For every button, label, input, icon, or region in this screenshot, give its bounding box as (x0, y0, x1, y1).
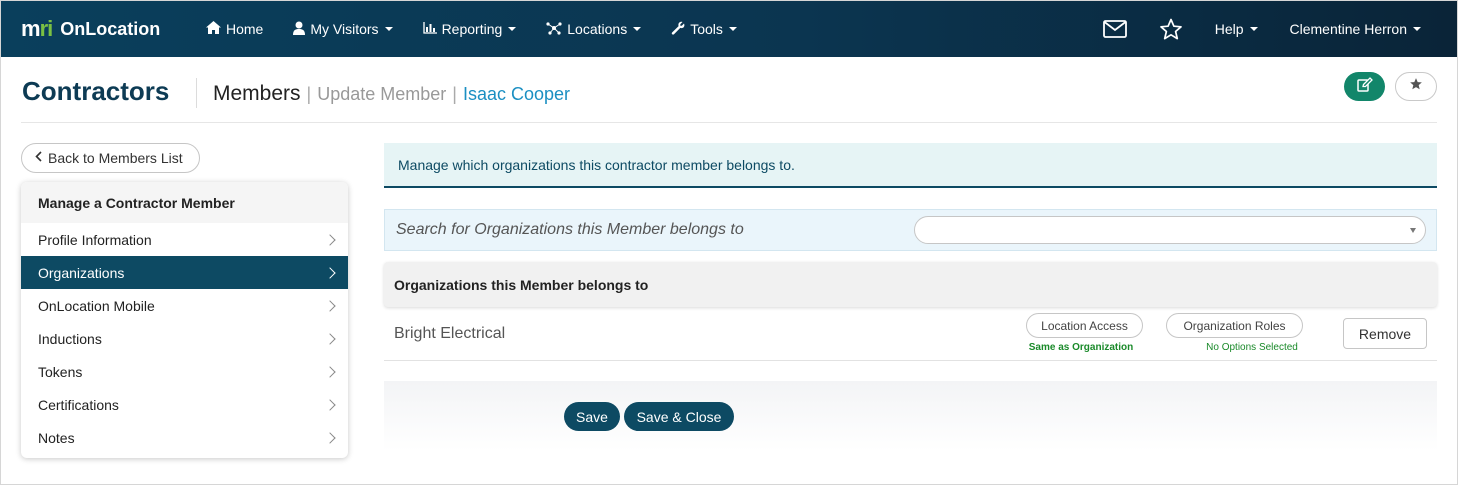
breadcrumb-section: Members (213, 82, 301, 105)
chevron-down-icon (508, 27, 517, 31)
location-access-button[interactable]: Location Access (1026, 313, 1143, 338)
chevron-down-icon (384, 27, 393, 31)
sidebar-item-profile-information[interactable]: Profile Information (21, 223, 348, 256)
chevron-right-icon (324, 431, 336, 444)
sidebar-item-label: Inductions (38, 330, 102, 347)
star-outline-icon[interactable] (1159, 17, 1183, 41)
sidebar-item-notes[interactable]: Notes (21, 421, 348, 454)
chevron-down-icon (1413, 27, 1421, 31)
sidebar-item-label: OnLocation Mobile (38, 297, 155, 314)
organization-roles-button[interactable]: Organization Roles (1166, 313, 1303, 338)
top-navbar: mri OnLocation Home My Visitors Reportin… (1, 1, 1457, 57)
chevron-left-icon (35, 151, 42, 165)
breadcrumb-separator: | (306, 84, 312, 104)
organization-row: Bright Electrical Location Access Same a… (384, 308, 1437, 361)
nav-locations[interactable]: Locations (546, 21, 642, 38)
user-menu[interactable]: Clementine Herron (1289, 21, 1421, 37)
star-icon (1409, 77, 1423, 96)
home-icon (206, 21, 221, 37)
nav-my-visitors[interactable]: My Visitors (293, 21, 393, 38)
dropdown-arrow-icon (1410, 228, 1416, 233)
sidebar-item-label: Certifications (38, 396, 119, 413)
sidebar-item-organizations[interactable]: Organizations (21, 256, 348, 289)
chevron-right-icon (324, 233, 336, 246)
favorite-button[interactable] (1395, 72, 1437, 101)
breadcrumb: Members | Update Member | Isaac Cooper (213, 82, 570, 106)
back-button-label: Back to Members List (48, 150, 183, 166)
chevron-right-icon (324, 332, 336, 345)
mri-logo: mri (21, 16, 54, 42)
save-and-close-button[interactable]: Save & Close (624, 402, 734, 431)
page-title: Contractors (22, 76, 170, 106)
nav-locations-label: Locations (567, 21, 628, 37)
organization-search-select[interactable] (914, 216, 1426, 244)
brand-logo[interactable]: mri OnLocation (21, 16, 206, 42)
breadcrumb-action: Update Member (317, 84, 447, 104)
navbar-right: Help Clementine Herron (1102, 1, 1457, 57)
nav-home-label: Home (226, 21, 264, 37)
nav-reporting-label: Reporting (441, 21, 503, 37)
chart-icon (422, 21, 437, 37)
organizations-panel-title: Organizations this Member belongs to (384, 262, 1437, 307)
form-action-bar: Save Save & Close (384, 381, 1437, 451)
network-icon (546, 21, 562, 38)
sidebar-item-tokens[interactable]: Tokens (21, 355, 348, 388)
member-menu-card: Manage a Contractor Member Profile Infor… (21, 182, 348, 458)
organization-roles-status: No Options Selected (1206, 342, 1298, 353)
nav-help-label: Help (1214, 21, 1244, 37)
user-name: Clementine Herron (1289, 21, 1408, 37)
edit-icon (1356, 76, 1373, 97)
sidebar-item-onlocation-mobile[interactable]: OnLocation Mobile (21, 289, 348, 322)
info-message: Manage which organizations this contract… (384, 143, 1437, 188)
sidebar-item-label: Tokens (38, 363, 83, 380)
location-access-status: Same as Organization (1028, 342, 1134, 353)
chevron-right-icon (324, 299, 336, 312)
brand-name: OnLocation (60, 18, 161, 39)
chevron-down-icon (633, 27, 642, 31)
nav-reporting[interactable]: Reporting (422, 21, 517, 37)
organization-name: Bright Electrical (394, 325, 506, 342)
sidebar-item-label: Notes (38, 429, 75, 446)
user-icon (293, 21, 306, 38)
chevron-right-icon (324, 266, 336, 279)
chevron-down-icon (728, 27, 737, 31)
title-divider (196, 78, 197, 108)
sidebar-item-certifications[interactable]: Certifications (21, 388, 348, 421)
chevron-down-icon (1249, 27, 1258, 31)
nav-help[interactable]: Help (1215, 21, 1258, 37)
sidebar-item-inductions[interactable]: Inductions (21, 322, 348, 355)
wrench-icon (671, 21, 685, 38)
nav-tools[interactable]: Tools (671, 21, 737, 38)
edit-button[interactable] (1344, 72, 1385, 101)
nav-tools-label: Tools (690, 21, 723, 37)
remove-organization-button[interactable]: Remove (1343, 318, 1427, 349)
chevron-right-icon (324, 398, 336, 411)
logo-text-left: m (21, 16, 41, 41)
member-menu-heading: Manage a Contractor Member (21, 182, 348, 223)
nav-my-visitors-label: My Visitors (310, 21, 379, 37)
organization-search-bar: Search for Organizations this Member bel… (384, 209, 1437, 251)
logo-text-accent: ri (39, 16, 54, 41)
header-divider (21, 122, 1437, 123)
envelope-icon[interactable] (1102, 17, 1127, 41)
chevron-right-icon (324, 365, 336, 378)
breadcrumb-separator: | (452, 84, 457, 104)
search-label: Search for Organizations this Member bel… (396, 221, 744, 238)
breadcrumb-member-name[interactable]: Isaac Cooper (463, 84, 570, 105)
sidebar-item-label: Profile Information (38, 231, 152, 248)
save-button[interactable]: Save (564, 402, 620, 431)
nav-home[interactable]: Home (206, 21, 263, 37)
back-to-members-button[interactable]: Back to Members List (21, 143, 200, 173)
sidebar-item-label: Organizations (38, 264, 125, 281)
